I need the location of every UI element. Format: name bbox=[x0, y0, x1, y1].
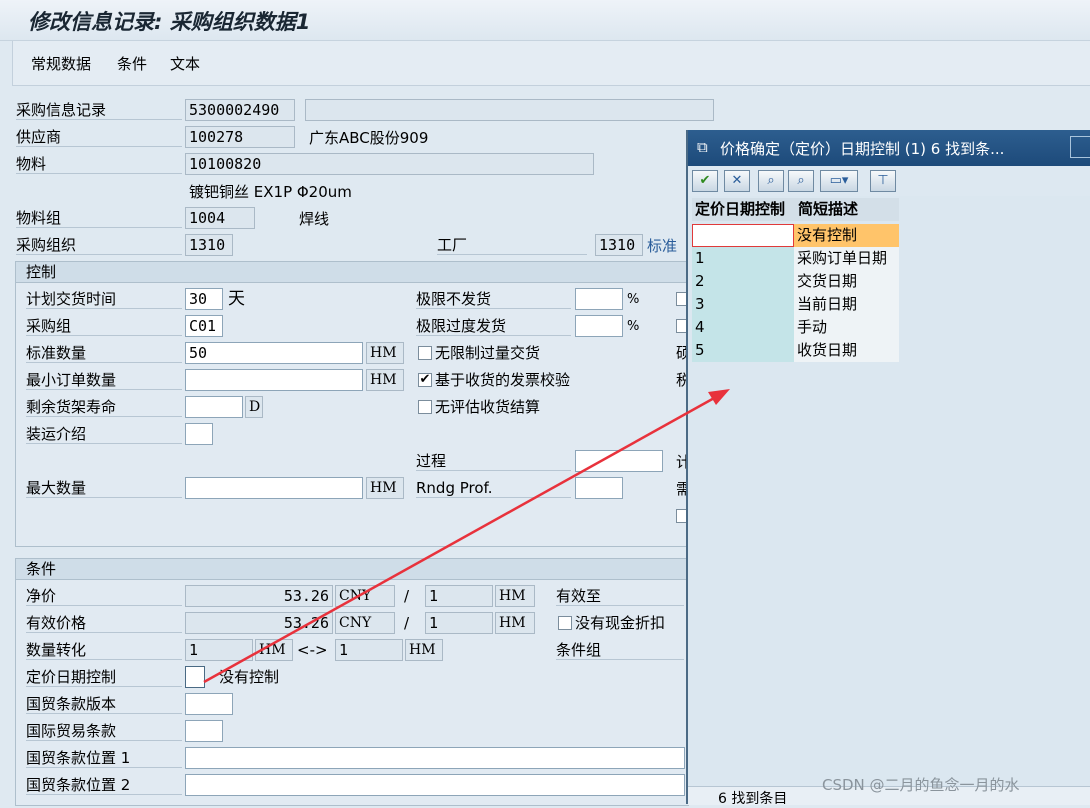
annotation-arrow bbox=[203, 389, 730, 684]
watermark: CSDN @二月的鱼念一月的水 bbox=[822, 776, 1020, 794]
